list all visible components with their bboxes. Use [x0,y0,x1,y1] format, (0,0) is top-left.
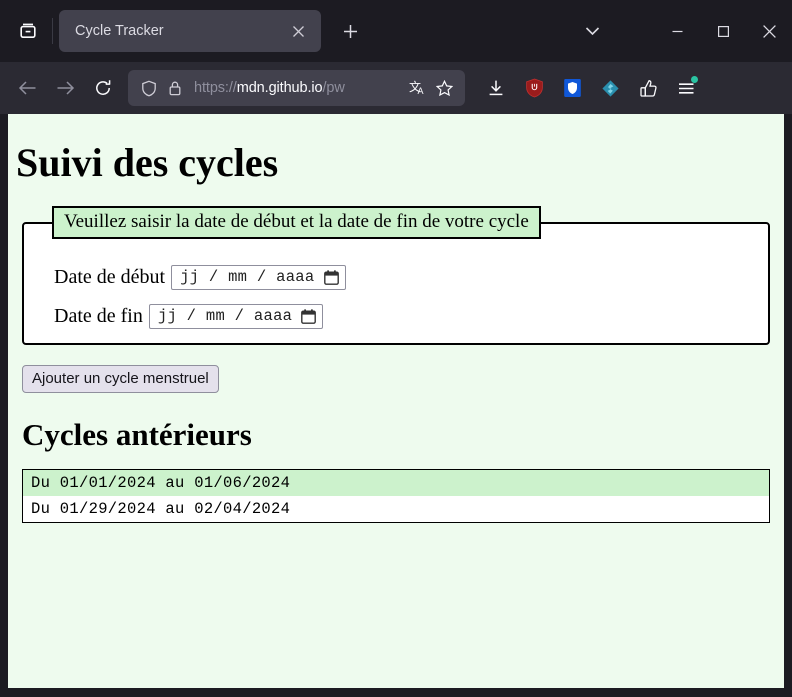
diamond-extension-icon [601,79,620,98]
start-date-value: jj / mm / aaaa [180,268,314,286]
back-arrow-icon [18,80,37,96]
shield-extension-icon [563,78,582,98]
lock-glyph [168,80,182,96]
shield-glyph [141,80,157,97]
start-date-row: Date de début jj / mm / aaaa [54,265,756,290]
close-glyph [292,25,305,38]
tracking-protection-shield-icon[interactable] [136,75,162,101]
update-available-badge [691,76,698,83]
maximize-icon [717,25,730,38]
calendar-glyph [324,270,339,285]
forward-arrow-icon [56,80,75,96]
end-date-label: Date de fin [54,305,143,328]
ublock-origin-icon: ᕫ [525,78,544,98]
bookmark-star-icon[interactable] [431,75,457,101]
diamond-extension-button[interactable] [591,70,629,106]
browser-tab[interactable]: Cycle Tracker [59,10,321,52]
close-window-icon [762,24,777,39]
svg-text:ᕫ: ᕫ [531,83,537,92]
ublock-origin-button[interactable]: ᕫ [515,70,553,106]
shield-extension-button[interactable] [553,70,591,106]
past-cycles-heading: Cycles antérieurs [22,417,776,453]
tab-strip: Cycle Tracker [0,0,792,62]
forward-button[interactable] [46,70,84,106]
app-menu-button[interactable] [667,70,705,106]
page-title: Suivi des cycles [16,142,776,184]
calendar-icon[interactable] [301,309,316,324]
close-window-button[interactable] [746,0,792,62]
url-text: https://mdn.github.io/pw [194,80,403,96]
web-page: Suivi des cycles Veuillez saisir la date… [8,114,784,688]
calendar-icon[interactable] [324,270,339,285]
new-tab-button[interactable] [331,12,369,50]
plus-icon [343,24,358,39]
thumbs-up-extension-button[interactable] [629,70,667,106]
firefox-view-icon [18,21,38,41]
reload-button[interactable] [84,70,122,106]
list-all-tabs-button[interactable] [572,12,612,50]
minimize-button[interactable] [654,0,700,62]
extension-toolbar: ᕫ [477,70,705,106]
url-host: mdn.github.io [237,80,323,96]
past-cycles-list: Du 01/01/2024 au 01/06/2024 Du 01/29/202… [22,469,770,523]
browser-window: Cycle Tracker [0,0,792,697]
download-icon [487,79,505,97]
svg-text:A: A [417,86,423,96]
list-item: Du 01/01/2024 au 01/06/2024 [23,470,769,496]
url-bar[interactable]: https://mdn.github.io/pw 文 A [128,70,465,106]
end-date-row: Date de fin jj / mm / aaaa [54,304,756,329]
calendar-glyph [301,309,316,324]
tab-title: Cycle Tracker [75,23,285,39]
window-controls [654,0,792,62]
navigation-toolbar: https://mdn.github.io/pw 文 A [0,62,792,114]
site-security-lock-icon[interactable] [162,75,188,101]
url-scheme: https:// [194,80,237,96]
list-item: Du 01/29/2024 au 02/04/2024 [23,496,769,522]
add-cycle-button[interactable]: Ajouter un cycle menstruel [22,365,219,393]
url-path: /pw [323,80,345,96]
tab-close-icon[interactable] [285,18,311,44]
fieldset-legend: Veuillez saisir la date de début et la d… [52,206,541,239]
minimize-icon [671,25,684,38]
translate-page-icon[interactable]: 文 A [405,75,431,101]
downloads-button[interactable] [477,70,515,106]
translate-glyph: 文 A [409,79,428,97]
cycle-entry-fieldset: Veuillez saisir la date de début et la d… [22,206,770,345]
reload-icon [94,79,112,97]
start-date-label: Date de début [54,266,165,289]
back-button[interactable] [8,70,46,106]
chevron-down-icon [585,26,600,36]
tab-strip-divider [52,18,53,44]
thumbs-up-icon [639,79,658,98]
maximize-button[interactable] [700,0,746,62]
start-date-input[interactable]: jj / mm / aaaa [171,265,345,290]
firefox-view-button[interactable] [6,11,50,51]
star-glyph [436,80,453,97]
end-date-value: jj / mm / aaaa [158,307,292,325]
end-date-input[interactable]: jj / mm / aaaa [149,304,323,329]
content-viewport: Suivi des cycles Veuillez saisir la date… [0,114,792,697]
